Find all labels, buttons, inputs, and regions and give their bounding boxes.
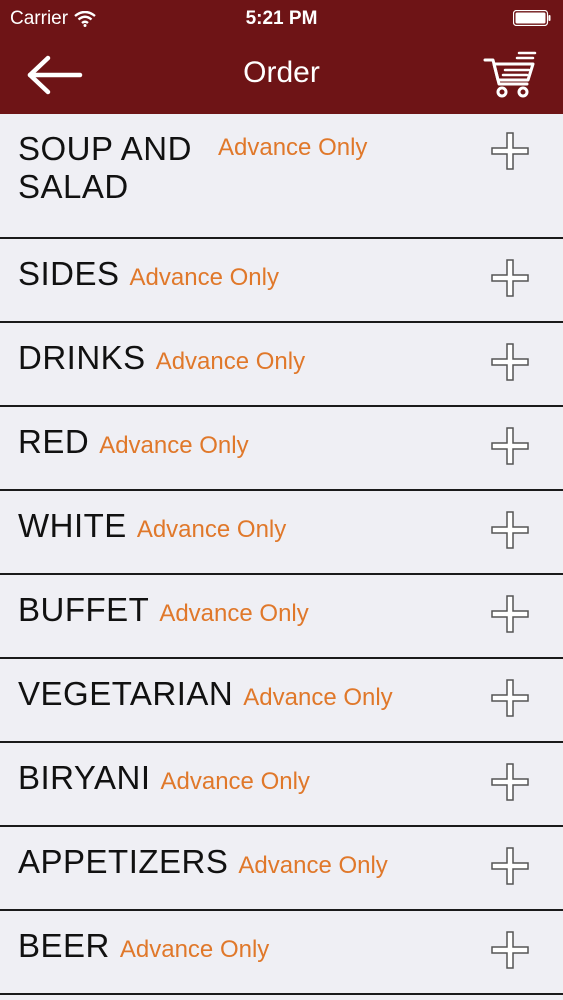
shopping-cart-icon[interactable] <box>483 50 539 100</box>
nav-bar: Order <box>0 38 563 114</box>
status-time: 5:21 PM <box>245 8 318 29</box>
plus-icon[interactable] <box>491 132 529 170</box>
plus-icon[interactable] <box>491 763 529 801</box>
category-name: VEGETARIAN <box>18 675 234 712</box>
category-row-soup-and-salad[interactable]: SOUP AND SALAD Advance Only <box>0 114 563 239</box>
app-header: Carrier 5:21 PM Order <box>0 0 563 114</box>
category-name: WHITE <box>18 507 127 544</box>
category-row-white[interactable]: WHITE Advance Only <box>0 491 563 575</box>
category-name: APPETIZERS <box>18 843 229 880</box>
plus-icon[interactable] <box>491 931 529 969</box>
plus-icon[interactable] <box>491 595 529 633</box>
status-bar: Carrier 5:21 PM <box>0 0 563 38</box>
category-name: SIDES <box>18 255 120 292</box>
plus-icon[interactable] <box>491 427 529 465</box>
category-row-sides[interactable]: SIDES Advance Only <box>0 239 563 323</box>
advance-only-badge: Advance Only <box>160 768 310 795</box>
plus-icon[interactable] <box>491 343 529 381</box>
category-row-drinks[interactable]: DRINKS Advance Only <box>0 323 563 407</box>
category-row-red[interactable]: RED Advance Only <box>0 407 563 491</box>
plus-icon[interactable] <box>491 679 529 717</box>
advance-only-badge: Advance Only <box>159 600 309 627</box>
advance-only-badge: Advance Only <box>129 264 279 291</box>
category-row-buffet[interactable]: BUFFET Advance Only <box>0 575 563 659</box>
category-name: BUFFET <box>18 591 150 628</box>
advance-only-badge: Advance Only <box>155 348 306 375</box>
advance-only-badge: Advance Only <box>243 684 393 711</box>
category-list: SOUP AND SALAD Advance Only SIDES Advanc… <box>0 114 563 995</box>
advance-only-badge: Advance Only <box>218 134 368 161</box>
advance-only-badge: Advance Only <box>238 852 388 879</box>
page-title: Order <box>243 56 320 89</box>
category-name: BIRYANI <box>18 759 151 796</box>
category-name: RED <box>18 423 90 460</box>
category-name: DRINKS <box>18 339 146 376</box>
category-row-beer[interactable]: BEER Advance Only <box>0 911 563 995</box>
plus-icon[interactable] <box>491 511 529 549</box>
category-name: SOUP AND SALAD <box>18 130 192 205</box>
advance-only-badge: Advance Only <box>119 936 270 963</box>
category-row-biryani[interactable]: BIRYANI Advance Only <box>0 743 563 827</box>
category-row-vegetarian[interactable]: VEGETARIAN Advance Only <box>0 659 563 743</box>
category-name: BEER <box>18 927 110 964</box>
advance-only-badge: Advance Only <box>99 432 249 459</box>
battery-icon <box>513 10 551 26</box>
plus-icon[interactable] <box>491 259 529 297</box>
plus-icon[interactable] <box>491 847 529 885</box>
category-row-appetizers[interactable]: APPETIZERS Advance Only <box>0 827 563 911</box>
advance-only-badge: Advance Only <box>136 516 287 543</box>
